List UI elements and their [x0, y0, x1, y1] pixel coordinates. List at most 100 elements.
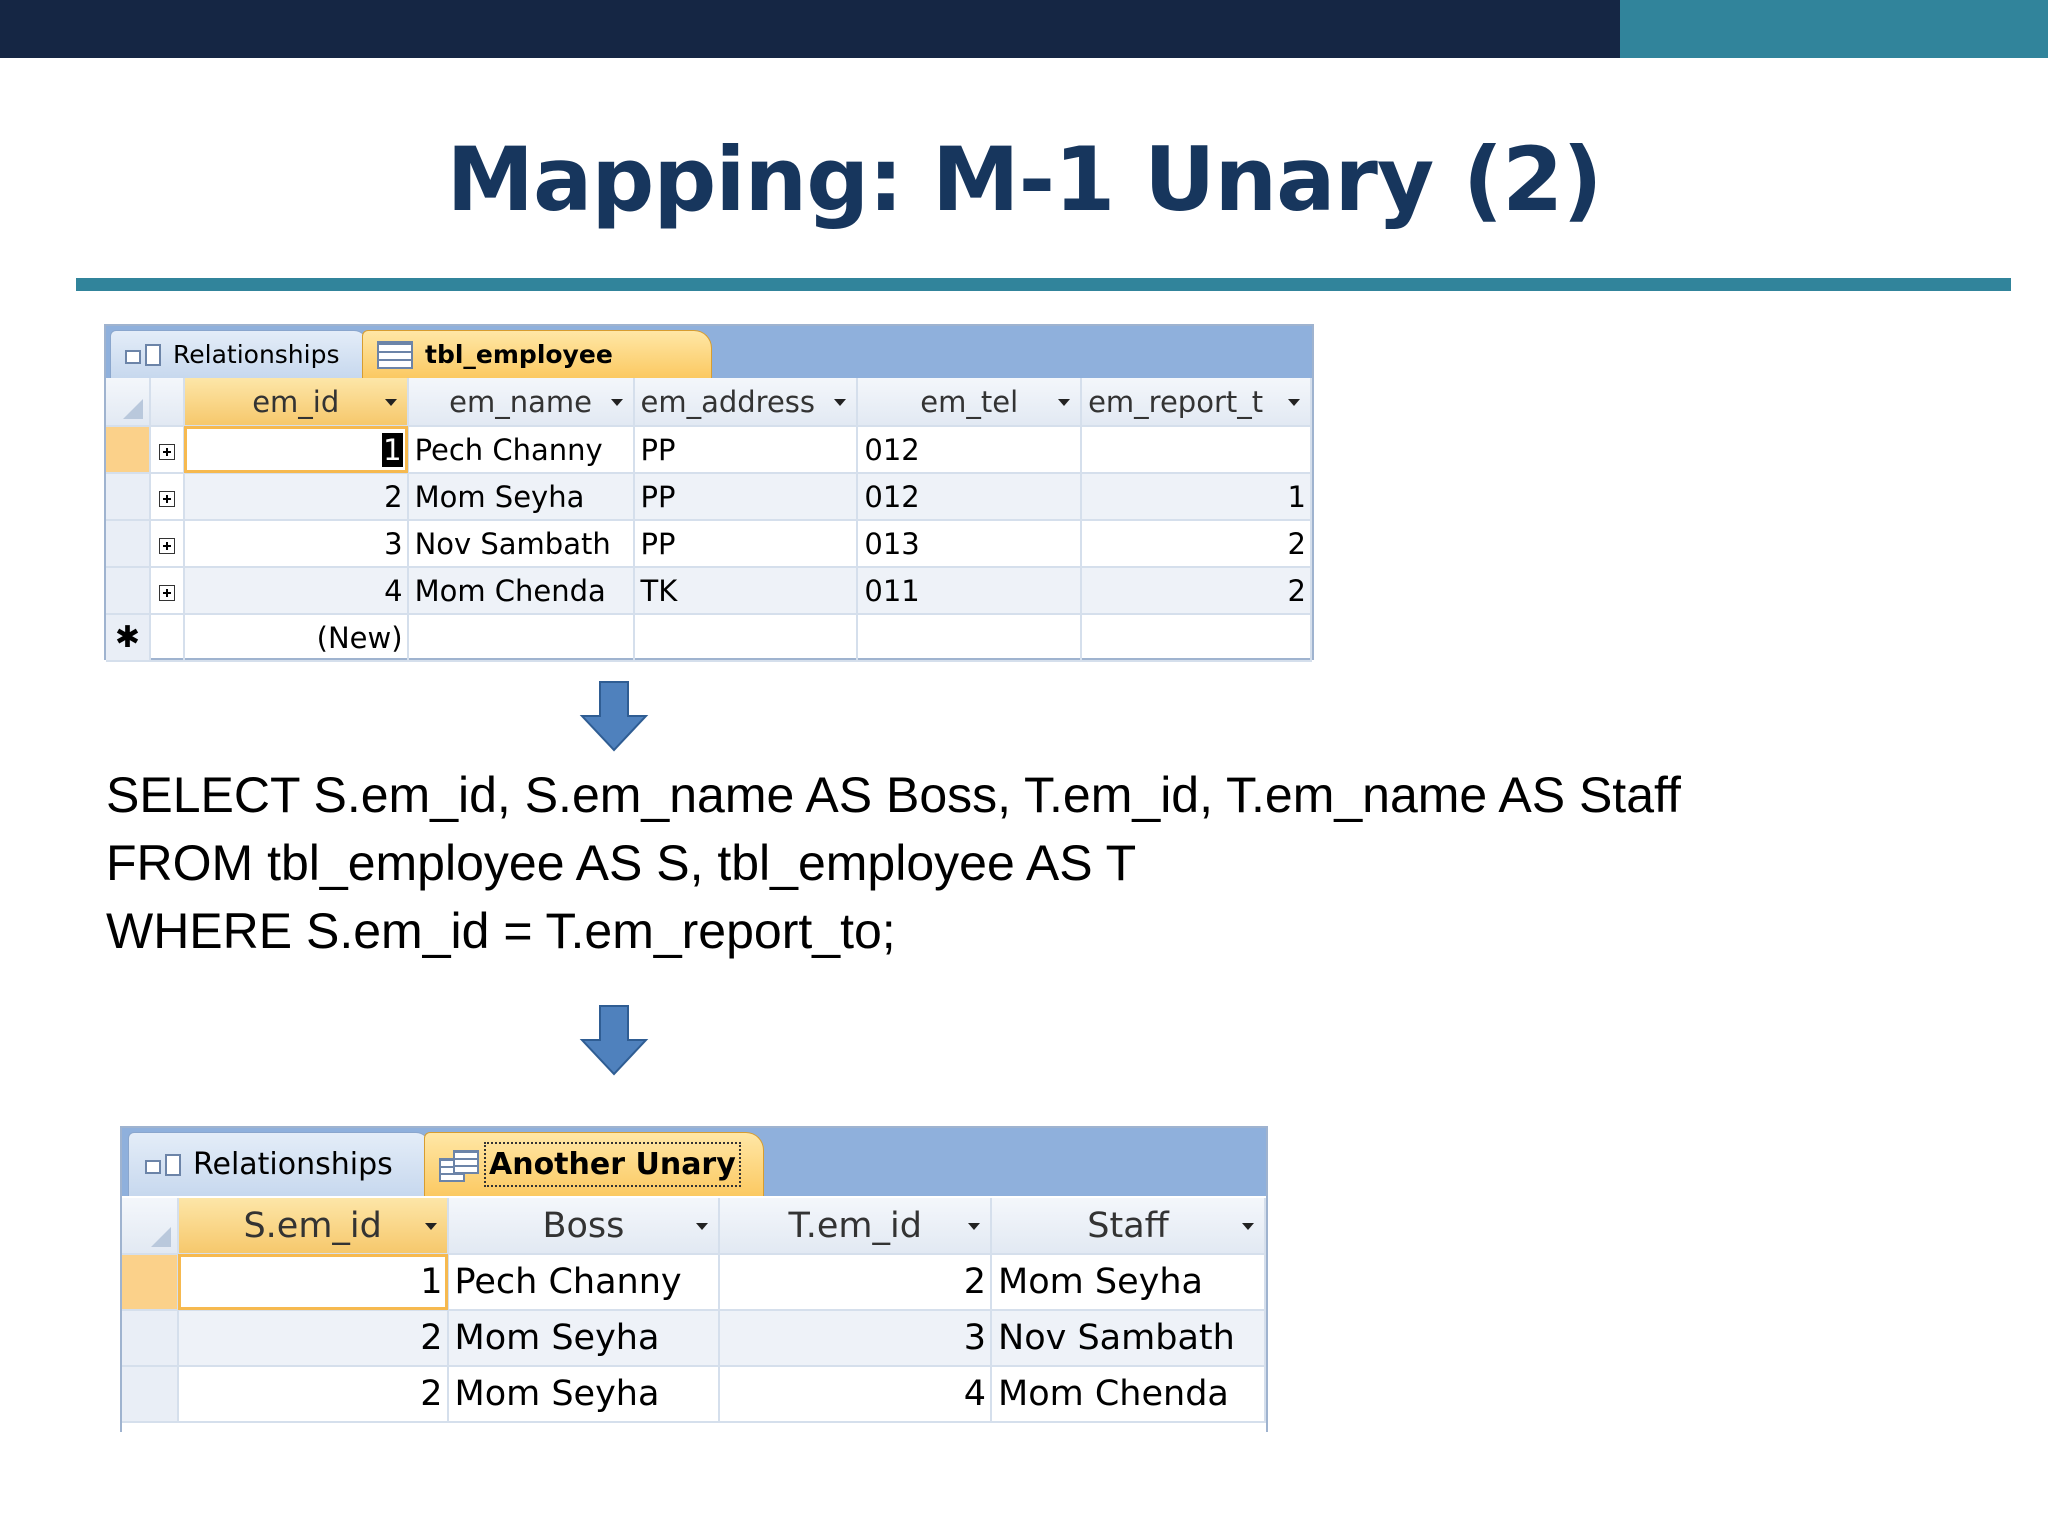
column-header-em-tel[interactable]: em_tel [857, 378, 1083, 427]
cell-t-em-id[interactable]: 3 [719, 1310, 993, 1367]
cell-new-em-tel[interactable] [857, 614, 1083, 662]
column-header-em-name[interactable]: em_name [407, 378, 635, 427]
relationships-icon [143, 1152, 181, 1178]
column-header-em-id[interactable]: em_id [183, 378, 409, 427]
table-row[interactable]: 2 Mom Seyha 4 Mom Chenda [122, 1366, 1266, 1423]
row-selector[interactable] [106, 567, 151, 615]
row-selector[interactable] [106, 520, 151, 568]
cell-new-em-address[interactable] [633, 614, 859, 662]
sort-filter-arrow-icon[interactable] [1058, 398, 1071, 406]
cell-em-name[interactable]: Nov Sambath [407, 520, 635, 568]
row-selector[interactable] [122, 1254, 179, 1311]
sql-line-from: FROM tbl_employee AS S, tbl_employee AS … [106, 835, 1137, 891]
column-header-s-em-id[interactable]: S.em_id [177, 1198, 449, 1255]
cell-em-address[interactable]: PP [633, 426, 859, 474]
sort-filter-arrow-icon[interactable] [610, 398, 623, 406]
expand-row-button[interactable] [149, 473, 185, 521]
select-all-corner[interactable] [122, 1198, 179, 1255]
expand-row-button[interactable] [149, 520, 185, 568]
cell-em-tel[interactable]: 013 [857, 520, 1083, 568]
title-divider [76, 278, 2011, 291]
tab-another-unary[interactable]: Another Unary [424, 1132, 764, 1196]
cell-t-em-id[interactable]: 2 [719, 1254, 993, 1311]
sort-filter-arrow-icon[interactable] [384, 398, 397, 406]
slide-title: Mapping: M-1 Unary (2) [446, 128, 1602, 231]
expand-plus-icon[interactable] [158, 443, 175, 460]
expand-row-button[interactable] [149, 567, 185, 615]
document-tab-strip: Relationships Another Unary [122, 1128, 1266, 1196]
table-row[interactable]: 3 Nov Sambath PP 013 2 [106, 520, 1312, 568]
cell-em-address[interactable]: PP [633, 520, 859, 568]
expand-plus-icon[interactable] [158, 584, 175, 601]
select-all-corner[interactable] [106, 378, 151, 427]
expand-plus-icon[interactable] [158, 537, 175, 554]
tab-label: tbl_employee [425, 340, 613, 369]
expand-plus-icon[interactable] [158, 490, 175, 507]
expand-row-button[interactable] [149, 426, 185, 474]
top-band-dark [0, 0, 1620, 58]
cell-em-address[interactable]: TK [633, 567, 859, 615]
tab-tbl-employee[interactable]: tbl_employee [362, 330, 712, 378]
cell-em-name[interactable]: Mom Seyha [407, 473, 635, 521]
row-selector[interactable] [106, 426, 151, 474]
tab-label: Relationships [193, 1147, 393, 1182]
column-header-em-report-to[interactable]: em_report_t [1081, 378, 1312, 427]
down-arrow-icon [579, 681, 649, 752]
cell-em-report-to[interactable]: 1 [1081, 473, 1312, 521]
cell-boss[interactable]: Mom Seyha [447, 1310, 721, 1367]
query-result-datasheet: S.em_id Boss T.em_id Staff 1 Pech Channy… [122, 1198, 1266, 1423]
cell-boss[interactable]: Pech Channy [447, 1254, 721, 1311]
cell-staff[interactable]: Mom Chenda [991, 1366, 1266, 1423]
cell-em-report-to[interactable] [1081, 426, 1312, 474]
down-arrow-icon [579, 1005, 649, 1076]
table-icon [377, 340, 413, 369]
tab-relationships[interactable]: Relationships [110, 330, 368, 378]
cell-staff[interactable]: Nov Sambath [991, 1310, 1266, 1367]
column-header-staff[interactable]: Staff [991, 1198, 1266, 1255]
table-row[interactable]: 1 Pech Channy PP 012 [106, 426, 1312, 474]
new-record-icon: ✱ [106, 614, 151, 662]
sort-filter-arrow-icon[interactable] [834, 398, 847, 406]
cell-s-em-id[interactable]: 2 [177, 1366, 449, 1423]
table-row[interactable]: 1 Pech Channy 2 Mom Seyha [122, 1254, 1266, 1311]
new-record-row[interactable]: ✱ (New) [106, 614, 1312, 662]
row-selector[interactable] [122, 1310, 179, 1367]
table-row[interactable]: 4 Mom Chenda TK 011 2 [106, 567, 1312, 615]
cell-new-em-name[interactable] [407, 614, 635, 662]
cell-staff[interactable]: Mom Seyha [991, 1254, 1266, 1311]
table-row[interactable]: 2 Mom Seyha PP 012 1 [106, 473, 1312, 521]
sql-line-where: WHERE S.em_id = T.em_report_to; [106, 903, 896, 959]
tab-relationships[interactable]: Relationships [128, 1132, 430, 1196]
tab-label: Another Unary [484, 1142, 741, 1187]
column-header-em-address[interactable]: em_address [633, 378, 859, 427]
sort-filter-arrow-icon[interactable] [424, 1222, 437, 1230]
cell-em-id[interactable]: 4 [183, 567, 409, 615]
cell-s-em-id[interactable]: 2 [177, 1310, 449, 1367]
cell-em-name[interactable]: Pech Channy [407, 426, 635, 474]
sort-filter-arrow-icon[interactable] [968, 1222, 981, 1230]
cell-em-address[interactable]: PP [633, 473, 859, 521]
cell-em-tel[interactable]: 012 [857, 426, 1083, 474]
column-header-boss[interactable]: Boss [447, 1198, 721, 1255]
sort-filter-arrow-icon[interactable] [1288, 398, 1300, 406]
cell-em-id[interactable]: 3 [183, 520, 409, 568]
cell-em-report-to[interactable]: 2 [1081, 567, 1312, 615]
cell-em-id[interactable]: 2 [183, 473, 409, 521]
cell-new-em-id[interactable]: (New) [183, 614, 409, 662]
cell-em-tel[interactable]: 011 [857, 567, 1083, 615]
sort-filter-arrow-icon[interactable] [696, 1222, 709, 1230]
sort-filter-arrow-icon[interactable] [1242, 1222, 1254, 1230]
table-row[interactable]: 2 Mom Seyha 3 Nov Sambath [122, 1310, 1266, 1367]
column-header-t-em-id[interactable]: T.em_id [719, 1198, 993, 1255]
top-band-teal [1620, 0, 2048, 58]
cell-boss[interactable]: Mom Seyha [447, 1366, 721, 1423]
cell-em-id[interactable]: 1 [183, 426, 409, 474]
cell-s-em-id[interactable]: 1 [177, 1254, 449, 1311]
row-selector[interactable] [106, 473, 151, 521]
cell-t-em-id[interactable]: 4 [719, 1366, 993, 1423]
cell-new-em-report-to[interactable] [1081, 614, 1312, 662]
cell-em-report-to[interactable]: 2 [1081, 520, 1312, 568]
cell-em-name[interactable]: Mom Chenda [407, 567, 635, 615]
row-selector[interactable] [122, 1366, 179, 1423]
cell-em-tel[interactable]: 012 [857, 473, 1083, 521]
